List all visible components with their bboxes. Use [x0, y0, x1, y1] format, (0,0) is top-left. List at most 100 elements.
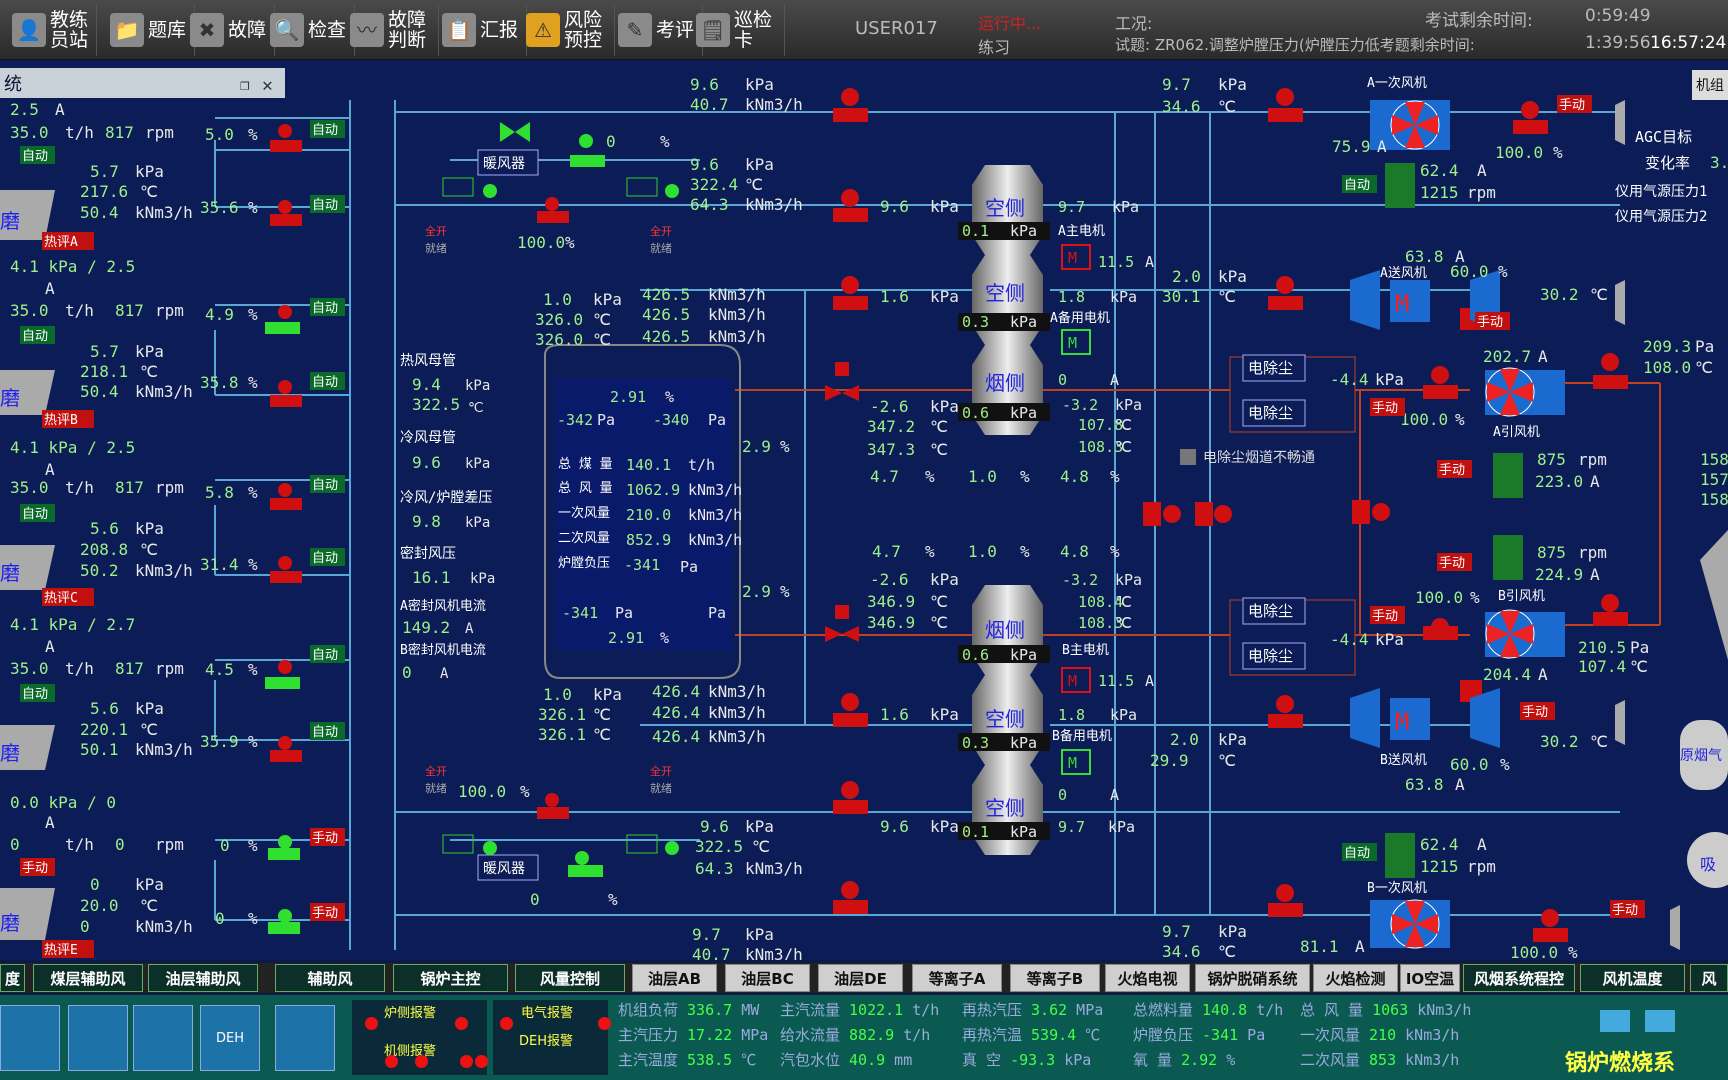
- svg-text:A: A: [45, 813, 55, 832]
- generator-icon[interactable]: [68, 1005, 128, 1071]
- svg-text:9.7: 9.7: [692, 925, 721, 944]
- svg-text:-4.4: -4.4: [1330, 370, 1369, 389]
- tab-9[interactable]: 等离子A: [912, 964, 1002, 992]
- svg-text:%: %: [925, 467, 935, 486]
- svg-text:%: %: [248, 198, 258, 217]
- turbine-icon[interactable]: [0, 1005, 60, 1071]
- svg-text:322.5: 322.5: [695, 837, 743, 856]
- svg-text:9.7: 9.7: [1058, 818, 1085, 836]
- prev-arrow-icon[interactable]: [1600, 1010, 1630, 1032]
- svg-text:63.8: 63.8: [1405, 775, 1444, 794]
- tab-12[interactable]: 锅炉脱硝系统: [1195, 964, 1310, 992]
- svg-text:%: %: [1568, 943, 1578, 960]
- readout-unit: ℃: [732, 1051, 757, 1069]
- mode-tags[interactable]: 自动 自动 自动 自动 自动 自动 自动 自动 手动 手动 自动 自动 自动 自…: [20, 120, 345, 958]
- svg-text:kNm3/h: kNm3/h: [708, 727, 766, 746]
- report-button[interactable]: 📋 汇报: [436, 4, 527, 56]
- tab-11[interactable]: 火焰电视: [1105, 964, 1190, 992]
- tab-16[interactable]: 风机温度: [1580, 964, 1685, 992]
- svg-text:34.6: 34.6: [1162, 942, 1201, 960]
- svg-text:-342: -342: [557, 411, 593, 429]
- svg-text:B备用电机: B备用电机: [1052, 728, 1112, 744]
- svg-text:224.9: 224.9: [1535, 565, 1583, 584]
- alarm-lamp: [385, 1055, 398, 1068]
- svg-text:%: %: [780, 582, 790, 601]
- svg-text:326.1: 326.1: [538, 725, 586, 744]
- patrol-card-button[interactable]: 🗒 巡检卡: [690, 4, 785, 56]
- close-icon[interactable]: ✕: [262, 75, 273, 96]
- svg-text:A: A: [55, 100, 65, 119]
- esp-checkbox[interactable]: [1180, 449, 1196, 465]
- left-valves[interactable]: [265, 124, 302, 934]
- svg-text:kPa: kPa: [1010, 222, 1037, 240]
- bottom-heater-section: 暖风器 100.0% 0% 全开就绪 全开就绪 9.6 kPa 322.5 ℃ 64…: [425, 764, 959, 964]
- fan-icon[interactable]: [133, 1005, 193, 1071]
- deh-icon[interactable]: DEH: [200, 1005, 260, 1071]
- next-arrow-icon[interactable]: [1645, 1010, 1675, 1032]
- svg-text:kNm3/h: kNm3/h: [135, 382, 193, 401]
- coach-station-button[interactable]: 👤 教练员站: [6, 4, 97, 56]
- tab-1[interactable]: 煤层辅助风: [33, 964, 143, 992]
- svg-text:A: A: [1477, 161, 1487, 180]
- run-status: 运行中...: [978, 14, 1042, 33]
- fault-judge-button[interactable]: 〰故障判断: [344, 4, 439, 56]
- dampers[interactable]: [825, 88, 1628, 942]
- svg-text:9.6: 9.6: [880, 817, 909, 836]
- tab-3[interactable]: 辅助风: [275, 964, 385, 992]
- svg-text:A: A: [1110, 786, 1119, 804]
- svg-text:kNm3/h: kNm3/h: [745, 195, 803, 214]
- readout-13: 氧 量 2.92 %: [1133, 1049, 1235, 1070]
- tab-7[interactable]: 油层BC: [725, 964, 810, 992]
- work-condition-label: 工况:: [1115, 14, 1153, 33]
- svg-text:℃: ℃: [140, 362, 158, 381]
- tab-0[interactable]: 度: [0, 964, 25, 992]
- fault-button[interactable]: ✖ 故障: [184, 4, 275, 56]
- svg-text:kPa: kPa: [1010, 823, 1037, 841]
- svg-text:B引风机: B引风机: [1498, 589, 1545, 604]
- svg-text:%: %: [665, 388, 674, 406]
- check-button[interactable]: 🔍 检查: [264, 4, 355, 56]
- readout-unit: ℃: [1076, 1026, 1101, 1044]
- tab-5[interactable]: 风量控制: [515, 964, 625, 992]
- readout-10: 主汽温度 538.5 ℃: [618, 1049, 756, 1070]
- tab-6[interactable]: 油层AB: [632, 964, 717, 992]
- alarm-lamp: [460, 1055, 473, 1068]
- readout-key: 氧 量: [1133, 1051, 1182, 1069]
- svg-text:1215: 1215: [1420, 183, 1459, 202]
- tab-15[interactable]: 风烟系统程控: [1463, 964, 1575, 992]
- svg-text:手动: 手动: [312, 906, 338, 921]
- svg-text:Pa: Pa: [708, 411, 726, 429]
- tab-4[interactable]: 锅炉主控: [393, 964, 508, 992]
- svg-text:-2.6: -2.6: [870, 570, 909, 589]
- tab-17[interactable]: 风: [1690, 964, 1728, 992]
- readout-value: 1022.1: [849, 1001, 904, 1019]
- svg-text:A: A: [1145, 672, 1154, 690]
- svg-text:%: %: [1110, 542, 1120, 561]
- svg-text:自动: 自动: [312, 198, 338, 213]
- svg-text:电除尘: 电除尘: [1248, 602, 1293, 620]
- question-bank-button[interactable]: 📁 题库: [104, 4, 195, 56]
- tab-14[interactable]: IO空温: [1400, 964, 1460, 992]
- readout-unit: MPa: [1067, 1001, 1104, 1019]
- tab-13[interactable]: 火焰检测: [1313, 964, 1398, 992]
- readout-4: 总 风 量 1063 kNm3/h: [1300, 999, 1471, 1020]
- svg-text:0.3: 0.3: [962, 734, 989, 752]
- svg-text:210.5: 210.5: [1578, 638, 1626, 657]
- furnace-alarm-label: 炉侧报警: [384, 1006, 437, 1021]
- readout-unit: MPa: [732, 1026, 769, 1044]
- svg-text:总 煤 量: 总 煤 量: [558, 457, 613, 472]
- svg-text:%: %: [565, 233, 575, 252]
- risk-control-button[interactable]: ⚠ 风险预控: [520, 4, 615, 56]
- svg-text:电除尘: 电除尘: [1248, 647, 1293, 665]
- readout-value: 336.7: [687, 1001, 733, 1019]
- restore-icon[interactable]: ❐: [240, 75, 250, 94]
- trend-chart-icon[interactable]: [275, 1005, 335, 1071]
- svg-text:手动: 手动: [1612, 903, 1638, 918]
- svg-text:2.9: 2.9: [742, 437, 771, 456]
- tab-2[interactable]: 油层辅助风: [148, 964, 258, 992]
- svg-text:100.0: 100.0: [1400, 410, 1448, 429]
- tab-10[interactable]: 等离子B: [1010, 964, 1100, 992]
- tab-8[interactable]: 油层DE: [818, 964, 903, 992]
- svg-text:%: %: [1020, 542, 1030, 561]
- center-left-params: 热风母管 9.4 kPa 322.5 ℃ 冷风母管 9.6 kPa 冷风/炉膛差压 9…: [400, 353, 495, 682]
